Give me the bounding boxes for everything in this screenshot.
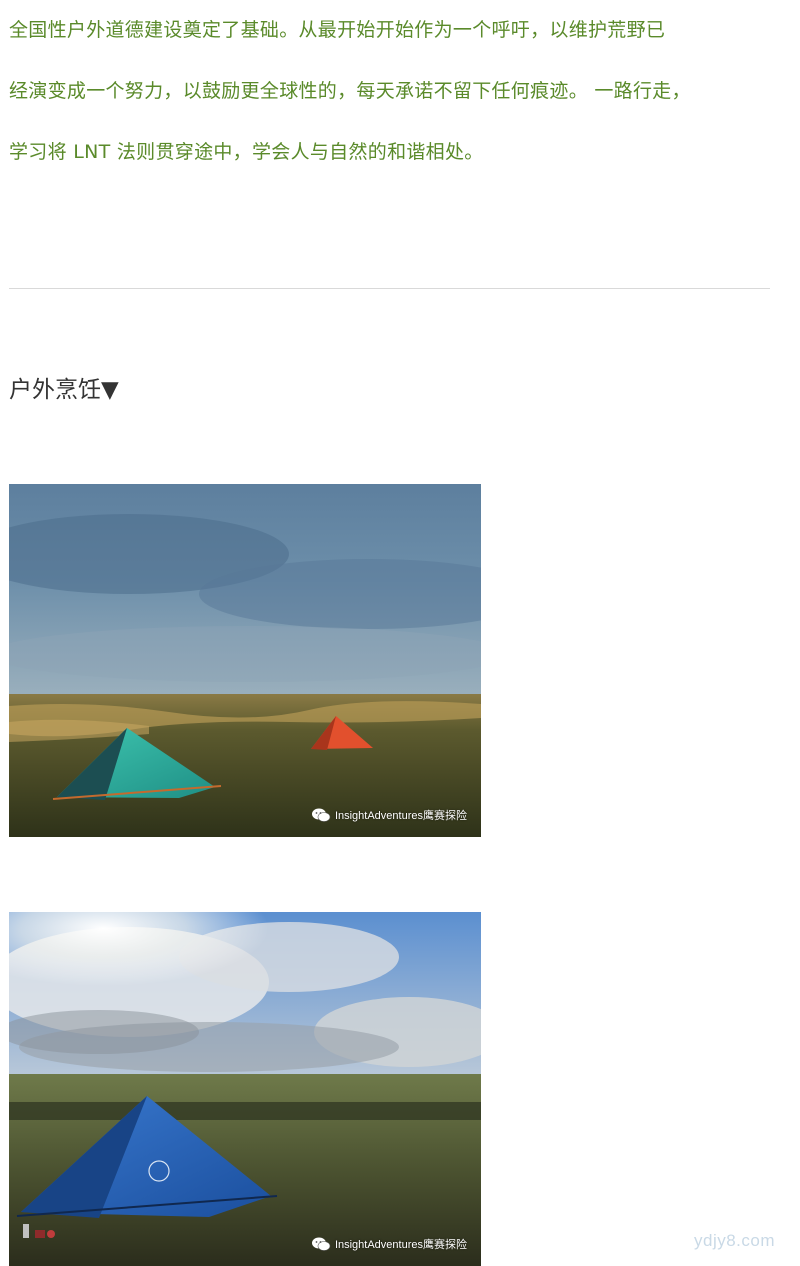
section-divider <box>9 288 770 289</box>
intro-line-2: 经演变成一个努力，以鼓励更全球性的，每天承诺不留下任何痕迹。 一路行走， <box>9 80 691 102</box>
intro-line-1: 全国性户外道德建设奠定了基础。从最开始开始作为一个呼吁，以维护荒野已 <box>9 19 666 41</box>
photo-grassland-blue-tent-image <box>9 912 481 1266</box>
photo-grassland-tents-dusk-image <box>9 484 481 837</box>
intro-paragraph: 全国性户外道德建设奠定了基础。从最开始开始作为一个呼吁，以维护荒野已 经演变成一… <box>9 0 799 183</box>
intro-line-3: 学习将 LNT 法则贯穿途中，学会人与自然的和谐相处。 <box>9 141 484 163</box>
wechat-icon <box>311 1236 331 1252</box>
wechat-icon <box>311 807 331 823</box>
site-watermark: ydjy8.com <box>694 1231 776 1250</box>
photo-watermark-text: InsightAdventures鹰赛探险 <box>334 1239 467 1251</box>
photo-watermark-text: InsightAdventures鹰赛探险 <box>334 810 467 822</box>
section-heading: 户外烹饪▼ <box>9 377 119 403</box>
photo-grassland-tents-dusk[interactable]: InsightAdventures鹰赛探险 <box>9 484 481 837</box>
photo-watermark: InsightAdventures鹰赛探险 <box>311 807 467 823</box>
photo-watermark: InsightAdventures鹰赛探险 <box>311 1236 467 1252</box>
photo-grassland-blue-tent[interactable]: InsightAdventures鹰赛探险 <box>9 912 481 1266</box>
